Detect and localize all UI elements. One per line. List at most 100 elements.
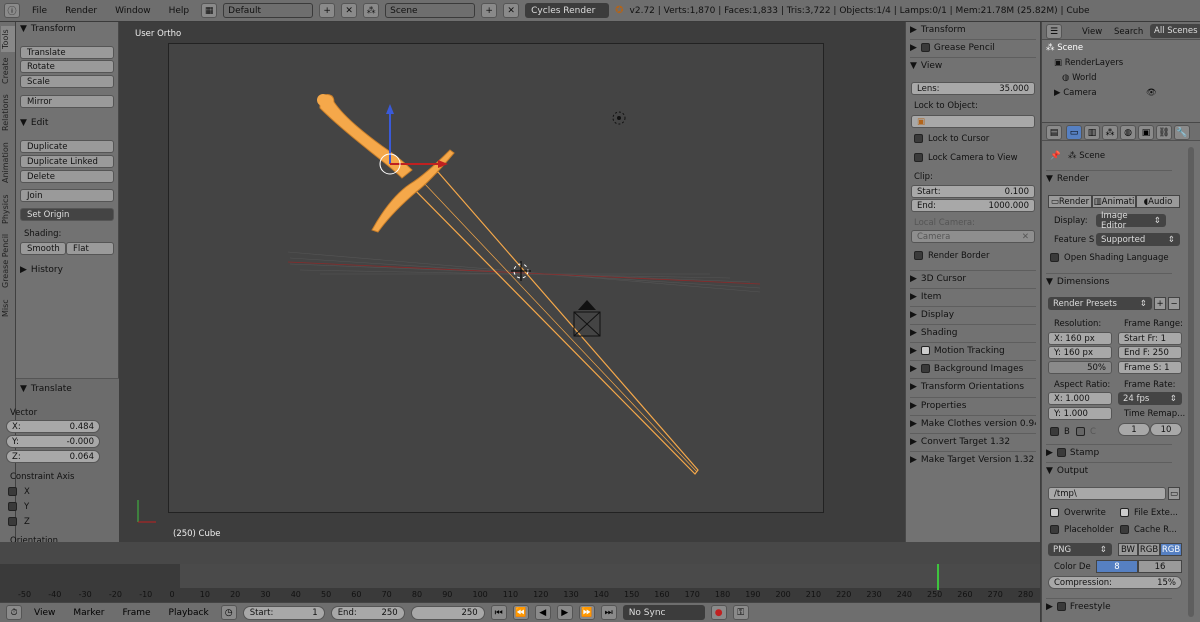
preview-range-icon[interactable]: ◷ xyxy=(220,605,237,620)
duplicate-linked-button[interactable]: Duplicate Linked xyxy=(20,155,114,168)
motion-tracking-checkbox[interactable] xyxy=(920,346,930,355)
stamp-panel-header[interactable]: ▶ Stamp xyxy=(1046,444,1172,460)
render-layers-tab-icon[interactable]: ▥ xyxy=(1084,125,1100,140)
depth-16-toggle[interactable]: 16 xyxy=(1138,560,1182,573)
render-button[interactable]: ▭ Render xyxy=(1048,195,1092,208)
remove-screen-icon[interactable]: ✕ xyxy=(341,3,358,18)
grease-pencil-checkbox[interactable] xyxy=(920,43,930,52)
transform-header[interactable]: ▶ Transform xyxy=(910,22,1036,38)
delete-button[interactable]: Delete xyxy=(20,170,114,183)
3d-cursor-header[interactable]: ▶ 3D Cursor xyxy=(910,270,1036,286)
color-rgba-toggle[interactable]: RGB xyxy=(1160,543,1182,556)
tab-tools[interactable]: Tools xyxy=(1,26,15,52)
render-panel-header[interactable]: ▼ Render xyxy=(1046,170,1172,186)
render-tab-icon[interactable]: ▭ xyxy=(1066,125,1082,140)
scene-icon[interactable]: ⁂ xyxy=(363,3,380,18)
frame-start-field[interactable]: Start Fr: 1 xyxy=(1118,332,1182,345)
gizmo-z-arrow[interactable] xyxy=(386,104,394,114)
resolution-percent-field[interactable]: 50% xyxy=(1048,361,1112,374)
tab-misc[interactable]: Misc xyxy=(1,296,15,320)
resolution-x-field[interactable]: X: 160 px xyxy=(1048,332,1112,345)
jump-start-icon[interactable]: ⏮ xyxy=(490,605,507,620)
remap-new-field[interactable]: 10 xyxy=(1150,423,1182,436)
outliner-item-camera[interactable]: ▶ Camera xyxy=(1054,88,1097,98)
duplicate-button[interactable]: Duplicate xyxy=(20,140,114,153)
timeline-marker-menu[interactable]: Marker xyxy=(67,608,110,618)
prev-keyframe-icon[interactable]: ⏪ xyxy=(512,605,529,620)
props-scrollbar[interactable] xyxy=(1188,147,1194,617)
view-header[interactable]: ▼ View xyxy=(910,57,1036,73)
file-extensions-checkbox[interactable] xyxy=(1120,508,1129,517)
grease-pencil-header[interactable]: ▶ Grease Pencil xyxy=(910,39,1036,55)
lock-cursor-checkbox[interactable] xyxy=(914,134,923,143)
set-origin-select[interactable]: Set Origin xyxy=(20,208,114,221)
properties-editor-icon[interactable]: ▤ xyxy=(1046,125,1062,140)
edit-panel-header[interactable]: ▼ Edit xyxy=(20,118,48,128)
resolution-y-field[interactable]: Y: 160 px xyxy=(1048,346,1112,359)
end-frame-field[interactable]: End: 250 xyxy=(330,605,405,620)
flat-button[interactable]: Flat xyxy=(66,242,114,255)
pin-icon[interactable]: 📌 xyxy=(1050,151,1061,161)
timeline-playback-menu[interactable]: Playback xyxy=(163,608,215,618)
record-icon[interactable]: ● xyxy=(710,605,727,620)
next-keyframe-icon[interactable]: ⏩ xyxy=(578,605,595,620)
add-screen-icon[interactable]: + xyxy=(319,3,336,18)
timeline-frame-menu[interactable]: Frame xyxy=(116,608,156,618)
menu-help[interactable]: Help xyxy=(163,6,196,16)
outliner-search-menu[interactable]: Search xyxy=(1114,27,1143,37)
translate-button[interactable]: Translate xyxy=(20,46,114,59)
color-bw-toggle[interactable]: BW xyxy=(1118,543,1138,556)
display-header[interactable]: ▶ Display xyxy=(910,306,1036,322)
outliner-view-menu[interactable]: View xyxy=(1082,27,1102,37)
timeline-view-menu[interactable]: View xyxy=(28,608,61,618)
play-icon[interactable]: ▶ xyxy=(556,605,573,620)
tab-relations[interactable]: Relations xyxy=(1,92,15,134)
feature-set-select[interactable]: Supported ⇕ xyxy=(1096,233,1180,246)
object-tab-icon[interactable]: ▣ xyxy=(1138,125,1154,140)
overwrite-checkbox[interactable] xyxy=(1050,508,1059,517)
shading-header[interactable]: ▶ Shading xyxy=(910,324,1036,340)
stamp-checkbox[interactable] xyxy=(1056,448,1066,457)
constraints-tab-icon[interactable]: ⛓ xyxy=(1156,125,1172,140)
mirror-button[interactable]: Mirror xyxy=(20,95,114,108)
rotate-button[interactable]: Rotate xyxy=(20,60,114,73)
file-format-select[interactable]: PNG ⇕ xyxy=(1048,543,1112,556)
placeholder-checkbox[interactable] xyxy=(1050,525,1059,534)
lock-object-field[interactable]: ▣ xyxy=(911,115,1035,128)
compression-slider[interactable]: Compression: 15% xyxy=(1048,576,1182,589)
remove-preset-icon[interactable]: − xyxy=(1168,297,1180,310)
world-tab-icon[interactable]: ◍ xyxy=(1120,125,1136,140)
current-frame-marker[interactable] xyxy=(937,564,939,590)
add-scene-icon[interactable]: + xyxy=(481,3,498,18)
visibility-eye-icon[interactable]: 👁 xyxy=(1146,88,1157,98)
frame-step-field[interactable]: Frame S: 1 xyxy=(1118,361,1182,374)
output-panel-header[interactable]: ▼ Output xyxy=(1046,462,1172,478)
screen-layout-icon[interactable]: ▦ xyxy=(201,3,218,18)
start-frame-field[interactable]: Start: 1 xyxy=(242,605,325,620)
add-preset-icon[interactable]: + xyxy=(1154,297,1166,310)
aspect-x-field[interactable]: X: 1.000 xyxy=(1048,392,1112,405)
lens-field[interactable]: Lens: 35.000 xyxy=(911,82,1035,95)
menu-file[interactable]: File xyxy=(26,6,53,16)
jump-end-icon[interactable]: ⏭ xyxy=(600,605,617,620)
clip-start-field[interactable]: Start: 0.100 xyxy=(911,185,1035,198)
freestyle-checkbox[interactable] xyxy=(1056,602,1066,611)
transform-panel-header[interactable]: ▼ Transform xyxy=(20,24,76,34)
remove-scene-icon[interactable]: ✕ xyxy=(503,3,520,18)
outliner-item-world[interactable]: ◍ World xyxy=(1062,73,1096,83)
border-checkbox[interactable] xyxy=(1050,427,1059,436)
outliner-item-renderlayers[interactable]: ▣ RenderLayers xyxy=(1054,58,1123,68)
remap-old-field[interactable]: 1 xyxy=(1118,423,1150,436)
current-frame-field[interactable]: 250 xyxy=(410,605,485,620)
menu-window[interactable]: Window xyxy=(109,6,157,16)
open-shading-checkbox[interactable] xyxy=(1050,253,1059,262)
background-images-header[interactable]: ▶ Background Images xyxy=(910,360,1036,376)
vector-y-field[interactable]: Y: -0.000 xyxy=(6,435,100,448)
scene-tab-icon[interactable]: ⁂ xyxy=(1102,125,1118,140)
make-target-header[interactable]: ▶ Make Target Version 1.32 xyxy=(910,451,1036,467)
frame-rate-select[interactable]: 24 fps ⇕ xyxy=(1118,392,1182,405)
info-editor-icon[interactable]: ⓘ xyxy=(4,3,20,18)
color-rgb-toggle[interactable]: RGB xyxy=(1138,543,1160,556)
depth-8-toggle[interactable]: 8 xyxy=(1096,560,1138,573)
make-clothes-header[interactable]: ▶ Make Clothes version 0.949 xyxy=(910,415,1036,431)
